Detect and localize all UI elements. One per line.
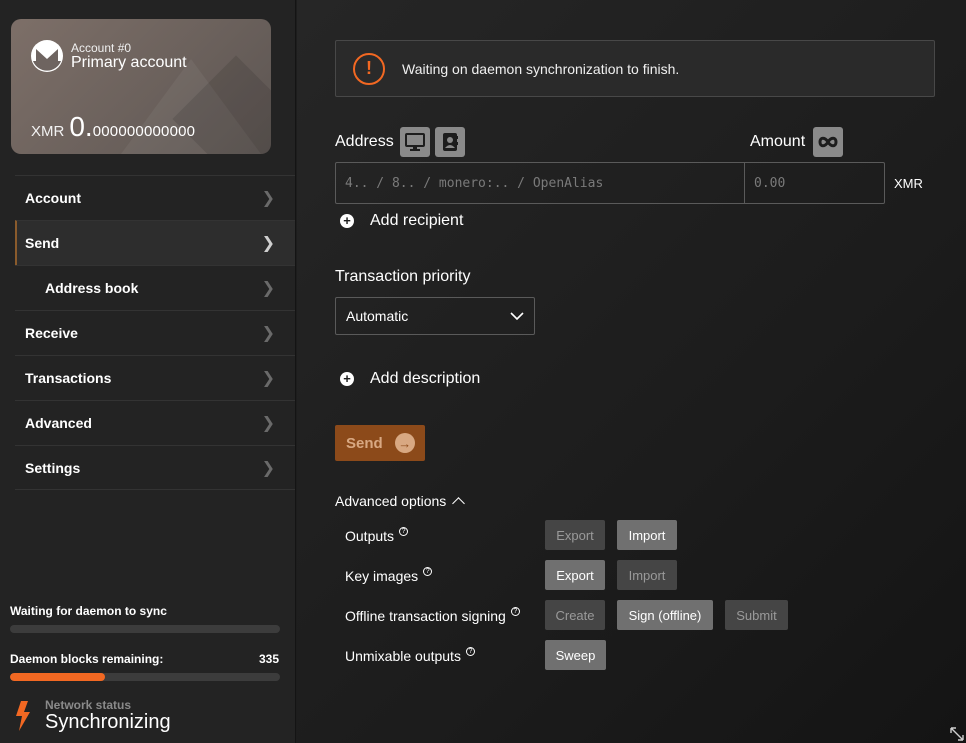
priority-label: Transaction priority [335,268,471,285]
export-key-images-button[interactable]: Export [545,560,605,590]
chevron-up-icon [452,496,466,510]
sidebar-item-address-book[interactable]: Address book ❯ [15,265,295,310]
chevron-right-icon: ❯ [261,415,275,432]
sweep-unmixable-button[interactable]: Sweep [545,640,606,670]
export-outputs-button[interactable]: Export [545,520,605,550]
help-icon[interactable]: ? [510,607,520,616]
advanced-options-label: Advanced options [335,493,447,509]
add-description-button[interactable]: + Add description [340,370,480,388]
help-icon[interactable]: ? [399,527,409,536]
address-book-button[interactable] [435,127,465,157]
send-all-button[interactable] [813,127,843,157]
help-icon[interactable]: ? [465,647,475,656]
chevron-right-icon: ❯ [261,280,275,297]
recipient-row [335,162,885,204]
chevron-right-icon: ❯ [261,370,275,387]
lightning-icon [16,701,30,731]
sidebar-item-receive[interactable]: Receive ❯ [15,310,295,355]
key-images-label: Key images ? [345,567,433,584]
qr-scan-button[interactable] [400,127,430,157]
sidebar-item-account[interactable]: Account ❯ [15,175,295,220]
chevron-right-icon: ❯ [261,235,275,252]
address-label: Address [335,133,394,150]
sidebar-item-send[interactable]: Send ❯ [15,220,295,265]
network-status-value: Synchronizing [45,711,171,733]
sync-progress-bar [10,625,280,633]
advanced-options-toggle[interactable]: Advanced options [335,493,466,510]
sync-warning-banner: ! Waiting on daemon synchronization to f… [335,40,935,97]
plus-circle-icon: + [340,372,354,386]
sidebar: Account #0 Primary account XMR 0. 000000… [0,0,296,743]
balance: XMR 0. 000000000000 [31,111,195,143]
priority-value: Automatic [346,308,409,324]
submit-transaction-button[interactable]: Submit [725,600,788,630]
plus-circle-icon: + [340,214,354,228]
sidebar-item-label: Settings [25,459,81,476]
monitor-icon [405,133,425,151]
priority-dropdown[interactable]: Automatic [335,297,535,335]
create-transaction-button[interactable]: Create [545,600,605,630]
send-button[interactable]: Send → [335,425,425,461]
network-status-title: Network status [45,698,132,712]
infinity-icon [818,136,838,148]
offline-signing-label-text: Offline transaction signing [345,608,506,624]
balance-currency: XMR [31,123,65,140]
help-icon[interactable]: ? [423,567,433,576]
chevron-right-icon: ❯ [261,325,275,342]
account-number: Account #0 [71,41,132,55]
warning-icon: ! [353,52,385,85]
unmixable-label-text: Unmixable outputs [345,648,461,664]
address-input[interactable] [335,162,745,204]
sidebar-item-settings[interactable]: Settings ❯ [15,445,295,490]
sidebar-item-label: Transactions [25,370,112,386]
warning-text: Waiting on daemon synchronization to fin… [402,60,680,77]
monero-logo-icon [31,40,63,72]
amount-currency-suffix: XMR [894,176,923,191]
amount-input[interactable] [745,162,885,204]
sync-status-label: Waiting for daemon to sync [10,604,167,618]
blocks-remaining-value: 335 [258,652,279,666]
blocks-progress-bar [10,673,280,681]
chevron-down-icon [510,312,524,320]
chevron-right-icon: ❯ [261,190,275,207]
import-key-images-button[interactable]: Import [617,560,677,590]
send-button-label: Send [346,434,383,452]
sidebar-nav: Account ❯ Send ❯ Address book ❯ Receive … [15,175,295,490]
send-page: ! Waiting on daemon synchronization to f… [297,0,966,743]
chevron-right-icon: ❯ [261,459,275,477]
sidebar-item-label: Receive [25,325,78,341]
balance-integer: 0. [69,111,93,142]
key-images-label-text: Key images [345,568,419,584]
sidebar-item-transactions[interactable]: Transactions ❯ [15,355,295,400]
sidebar-item-label: Send [25,235,60,251]
outputs-label: Outputs ? [345,527,409,544]
add-recipient-button[interactable]: + Add recipient [340,212,463,230]
add-recipient-label: Add recipient [370,212,464,229]
sign-offline-button[interactable]: Sign (offline) [617,600,713,630]
add-description-label: Add description [370,370,481,387]
balance-decimal: 000000000000 [92,123,196,140]
sidebar-item-label: Address book [45,280,139,296]
sidebar-item-advanced[interactable]: Advanced ❯ [15,400,295,445]
blocks-remaining-label: Daemon blocks remaining: [10,652,164,666]
amount-label: Amount [750,133,806,150]
sidebar-item-label: Account [25,190,81,206]
contact-book-icon [443,133,458,151]
blocks-progress-fill [10,673,105,681]
outputs-label-text: Outputs [345,528,395,544]
offline-signing-label: Offline transaction signing ? [345,607,520,624]
account-card[interactable]: Account #0 Primary account XMR 0. 000000… [11,19,271,154]
arrow-right-icon: → [394,433,415,453]
sidebar-item-label: Advanced [25,415,92,431]
account-name: Primary account [71,54,187,71]
import-outputs-button[interactable]: Import [617,520,677,550]
resize-handle-icon[interactable] [950,727,964,741]
unmixable-outputs-label: Unmixable outputs ? [345,647,475,664]
